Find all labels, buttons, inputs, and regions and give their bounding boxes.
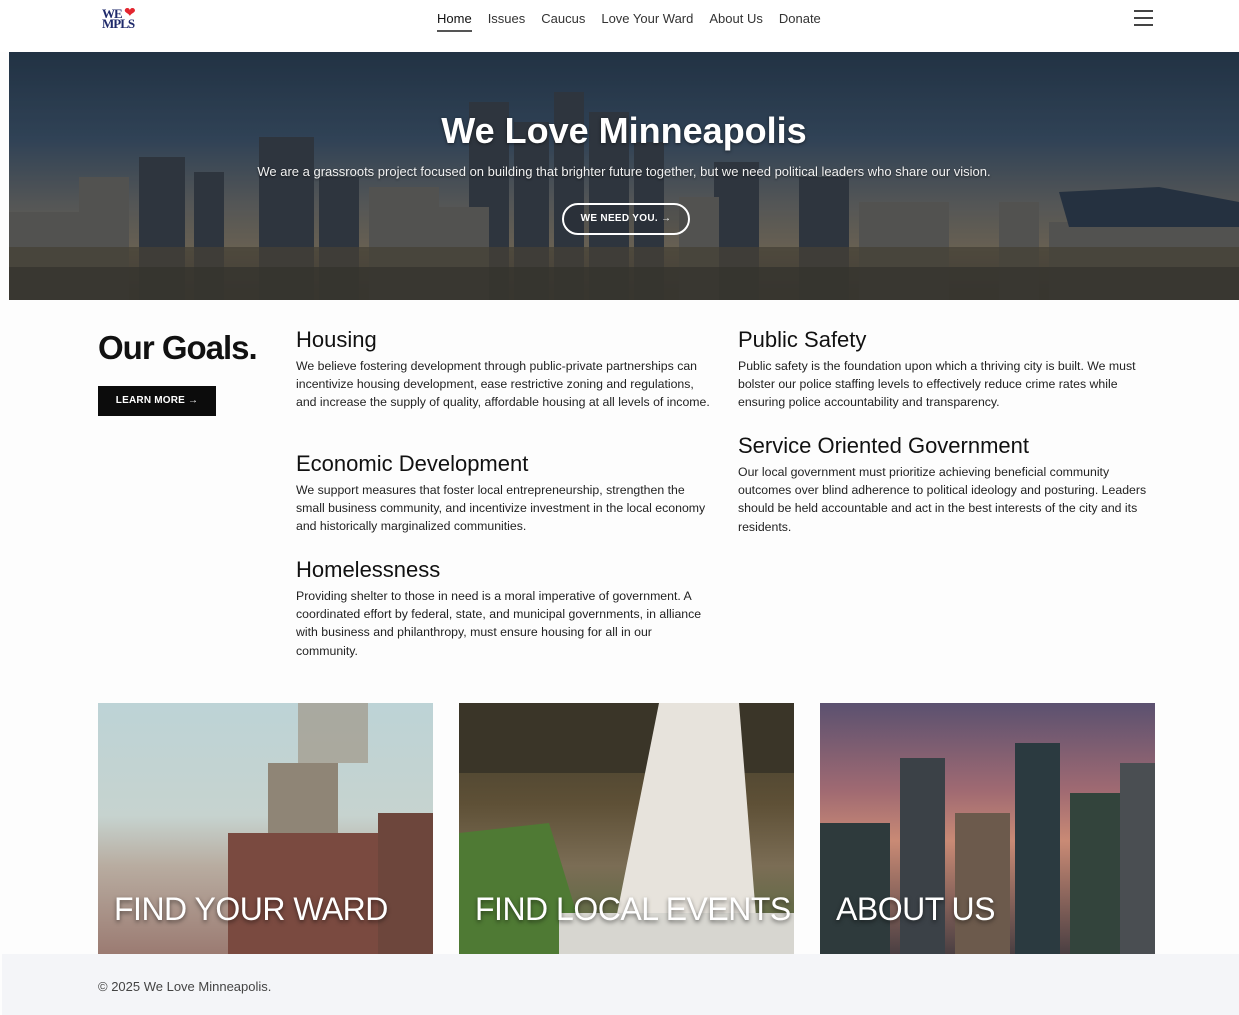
learn-more-button[interactable]: LEARN MORE → [98,386,216,416]
goal-title: Economic Development [296,451,529,476]
footer: © 2025 We Love Minneapolis. [2,954,1239,1015]
goal-text: Providing shelter to those in need is a … [296,589,702,658]
we-need-you-button[interactable]: WE NEED YOU. → [562,203,690,235]
goal-service-oriented-government: Service Oriented Government Our local go… [738,433,1153,536]
goal-text: We believe fostering development through… [296,359,710,410]
card-label: ABOUT US [836,891,996,927]
nav-link-home[interactable]: Home [437,11,472,32]
goals-heading: Our Goals. [98,329,258,366]
goal-economic-development: Economic Development We support measures… [296,451,711,536]
hero-subtitle: We are a grassroots project focused on b… [257,164,991,179]
goal-text: Public safety is the foundation upon whi… [738,359,1136,410]
hero-title: We Love Minneapolis [441,110,807,151]
hamburger-icon[interactable] [1134,10,1153,26]
card-label: FIND YOUR WARD [114,891,388,927]
hero-banner: We Love Minneapolis We are a grassroots … [9,52,1239,300]
goal-title: Homelessness [296,557,441,582]
nav-link-donate[interactable]: Donate [779,11,821,32]
copyright-text: © 2025 We Love Minneapolis. [98,979,272,994]
goal-title: Housing [296,327,377,352]
about-us-card[interactable]: ABOUT US [820,703,1155,954]
goal-title: Service Oriented Government [738,433,1030,458]
find-local-events-card[interactable]: FIND LOCAL EVENTS [459,703,794,954]
nav-link-issues[interactable]: Issues [488,11,526,32]
logo-line-2: MPLS [102,16,135,31]
site-logo[interactable]: WE ❤ MPLS [102,5,144,31]
goal-housing: Housing We believe fostering development… [296,327,711,412]
goal-title: Public Safety [738,327,867,352]
nav-link-about-us[interactable]: About Us [709,11,762,32]
goal-public-safety: Public Safety Public safety is the found… [738,327,1153,412]
goal-text: Our local government must prioritize ach… [738,465,1147,534]
nav-link-caucus[interactable]: Caucus [541,11,585,32]
goal-text: We support measures that foster local en… [296,483,706,534]
top-nav: WE ❤ MPLS Home Issues Caucus Love Your W… [0,0,1239,52]
find-your-ward-card[interactable]: FIND YOUR WARD [98,703,433,954]
nav-links: Home Issues Caucus Love Your Ward About … [437,11,821,32]
card-label: FIND LOCAL EVENTS [475,891,791,927]
goal-homelessness: Homelessness Providing shelter to those … [296,557,711,660]
nav-link-love-your-ward[interactable]: Love Your Ward [601,11,693,32]
